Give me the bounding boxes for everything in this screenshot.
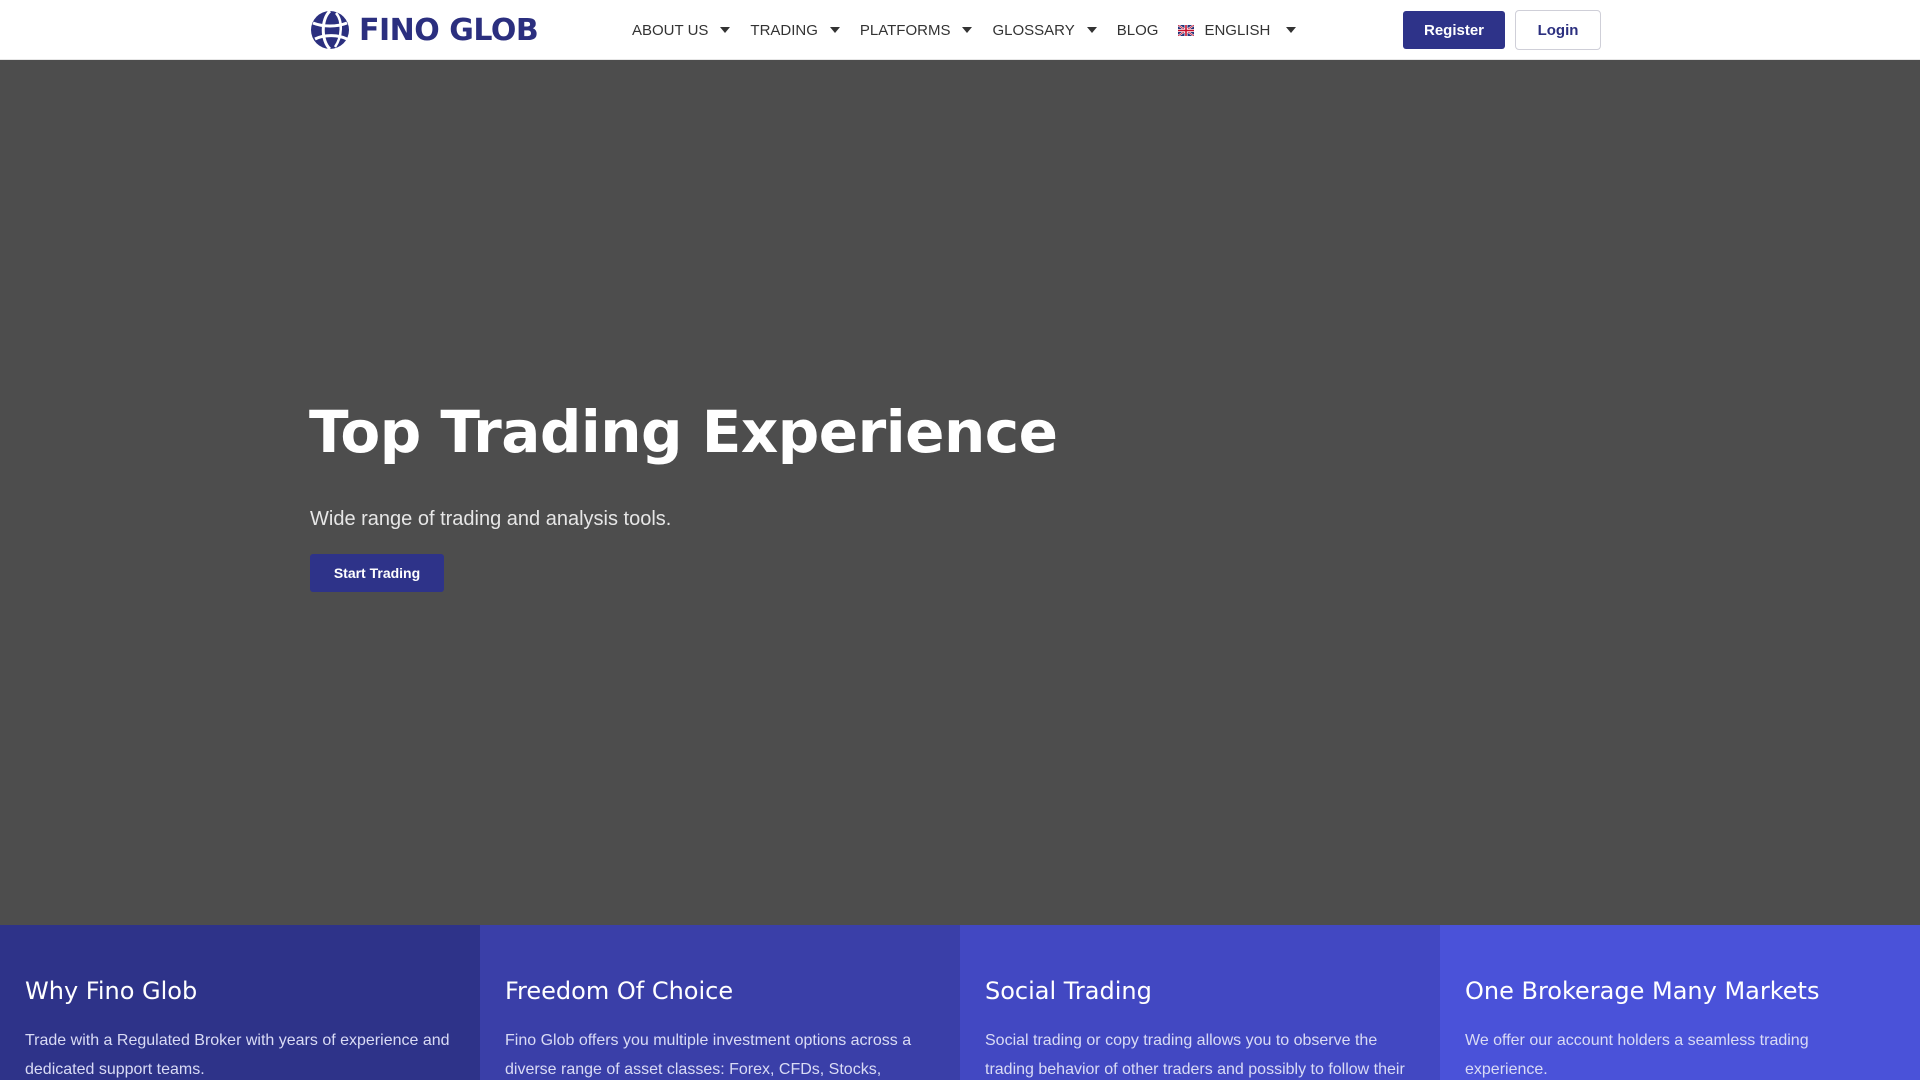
- uk-flag-icon: [1178, 24, 1195, 36]
- feature-title: One Brokerage Many Markets: [1465, 977, 1820, 1005]
- hero-subtitle: Wide range of trading and analysis tools…: [310, 508, 672, 530]
- nav-platforms[interactable]: PLATFORMS: [860, 22, 973, 39]
- start-trading-button[interactable]: Start Trading: [310, 554, 444, 592]
- feature-card: Social Trading Social trading or copy tr…: [960, 925, 1440, 1080]
- nav-blog[interactable]: BLOG: [1117, 22, 1159, 39]
- caret-down-icon: [1286, 27, 1297, 33]
- globe-logo-icon: [311, 9, 349, 51]
- language-selector[interactable]: ENGLISH: [1178, 21, 1297, 39]
- nav-label: TRADING: [750, 21, 818, 39]
- feature-title: Freedom Of Choice: [505, 977, 734, 1005]
- feature-text: Fino Glob offers you multiple investment…: [505, 1032, 912, 1078]
- register-button[interactable]: Register: [1403, 11, 1505, 49]
- nav-about-us[interactable]: ABOUT US: [632, 21, 731, 39]
- feature-text: Trade with a Regulated Broker with years…: [25, 1032, 450, 1078]
- nav-label: PLATFORMS: [859, 21, 951, 39]
- feature-text: We offer our account holders a seamless …: [1465, 1032, 1809, 1078]
- feature-card: Why Fino Glob Trade with a Regulated Bro…: [0, 925, 480, 1080]
- logo[interactable]: FINO GLOB: [309, 9, 539, 51]
- nav-trading[interactable]: TRADING: [750, 22, 840, 39]
- caret-down-icon: [1086, 27, 1097, 33]
- caret-down-icon: [829, 27, 840, 33]
- login-button[interactable]: Login: [1515, 10, 1601, 50]
- feature-card: One Brokerage Many Markets We offer our …: [1440, 925, 1920, 1080]
- logo-text: FINO GLOB: [359, 12, 539, 48]
- main-nav: ABOUT US TRADING PLATFORMS GLOSSARY BLOG: [632, 0, 1316, 60]
- feature-title: Social Trading: [985, 977, 1152, 1005]
- caret-down-icon: [720, 27, 731, 33]
- nav-glossary[interactable]: GLOSSARY: [992, 21, 1097, 39]
- site-header: FINO GLOB ABOUT US TRADING PLATFORMS GLO…: [0, 0, 1920, 60]
- nav-label: BLOG: [1116, 21, 1159, 39]
- nav-label: ABOUT US: [632, 21, 709, 39]
- feature-title: Why Fino Glob: [25, 977, 198, 1005]
- nav-label: GLOSSARY: [992, 21, 1075, 39]
- feature-card: Freedom Of Choice Fino Glob offers you m…: [480, 925, 960, 1080]
- features-strip: Why Fino Glob Trade with a Regulated Bro…: [0, 925, 1920, 1080]
- nav-label: ENGLISH: [1204, 21, 1271, 39]
- feature-text: Social trading or copy trading allows yo…: [985, 1032, 1405, 1078]
- hero-title: Top Trading Experience: [309, 398, 1058, 466]
- caret-down-icon: [962, 27, 973, 33]
